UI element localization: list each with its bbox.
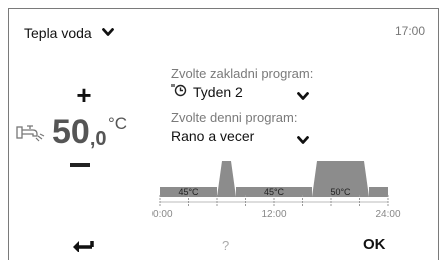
temperature-unit: °C [108, 114, 128, 133]
base-program-value: Tyden 2 [193, 84, 243, 100]
base-program-select[interactable]: Tyden 2 [171, 83, 309, 102]
base-program-label: Zvolte zakladni program: [171, 66, 314, 81]
mode-label: Tepla voda [24, 25, 92, 41]
chevron-down-icon [297, 88, 309, 106]
chevron-down-icon [297, 132, 309, 150]
decrease-temperature-button[interactable] [70, 163, 90, 167]
daily-schedule-chart: 45°C45°C50°C00:0012:0024:00 [152, 161, 401, 220]
day-program-label: Zvolte denni program: [171, 110, 298, 125]
back-arrow-icon[interactable] [72, 238, 94, 257]
increase-temperature-button[interactable]: + [72, 82, 96, 108]
clock-time: 17:00 [394, 24, 425, 38]
schedule-segment-label: 50°C [330, 187, 351, 197]
schedule-segment-high [217, 161, 236, 197]
schedule-tick-label: 12:00 [261, 209, 286, 220]
temperature-integer: 50 [52, 113, 90, 151]
chevron-down-icon [101, 24, 114, 42]
schedule-tick-label: 00:00 [152, 209, 173, 220]
temperature-decimal: ,0 [89, 128, 107, 150]
schedule-segment-low [369, 187, 388, 197]
clock-icon [171, 83, 187, 102]
mode-select[interactable]: Tepla voda [24, 23, 114, 43]
schedule-tick-label: 24:00 [375, 209, 400, 220]
tap-icon [16, 124, 46, 149]
day-program-value: Rano a vecer [171, 128, 255, 144]
day-program-select[interactable]: Rano a vecer [171, 127, 309, 145]
temperature-value: 50 ,0 [52, 112, 107, 152]
ok-button[interactable]: OK [363, 236, 386, 253]
help-button[interactable]: ? [222, 238, 229, 253]
